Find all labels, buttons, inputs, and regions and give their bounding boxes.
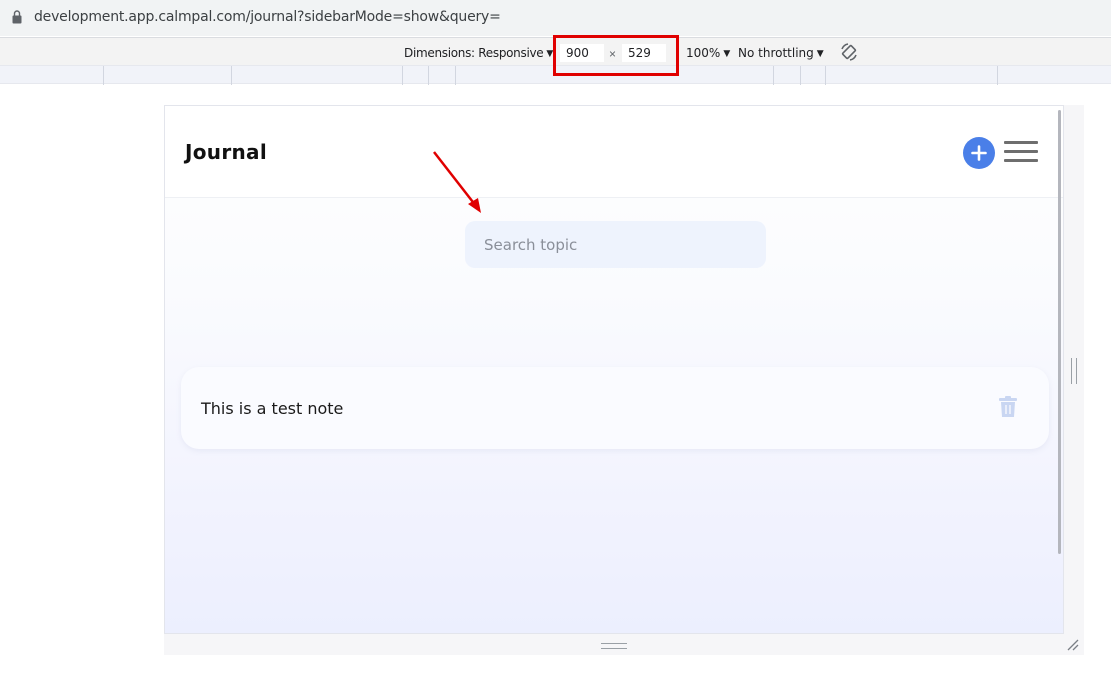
throttling-dropdown[interactable]: No throttling ▼ (738, 46, 824, 60)
vertical-scrollbar[interactable] (1058, 110, 1061, 554)
dropdown-caret-icon: ▼ (816, 49, 824, 59)
ruler-tick (455, 66, 456, 85)
menu-line (1004, 150, 1038, 153)
dimensions-label: Dimensions: Responsive (404, 46, 544, 60)
ruler-tick (231, 66, 232, 85)
trash-icon[interactable] (999, 396, 1017, 418)
menu-line (1004, 159, 1038, 162)
bottom-resize-handle[interactable] (601, 643, 627, 649)
note-title: This is a test note (201, 399, 344, 418)
highlight-annotation (553, 35, 679, 76)
ruler-tick (402, 66, 403, 85)
page-title: Journal (185, 140, 267, 164)
corner-resize-handle-icon[interactable] (1066, 638, 1080, 652)
app-header: Journal (165, 106, 1063, 198)
ruler-tick (428, 66, 429, 85)
ruler-tick (825, 66, 826, 85)
menu-line (1004, 141, 1038, 144)
ruler-tick (773, 66, 774, 85)
throttling-label: No throttling (738, 46, 814, 60)
hamburger-menu-icon[interactable] (1004, 141, 1038, 163)
rotate-icon[interactable] (839, 42, 859, 62)
note-card[interactable]: This is a test note (181, 367, 1049, 449)
dropdown-caret-icon: ▼ (723, 49, 731, 59)
zoom-label: 100% (686, 46, 721, 60)
zoom-dropdown[interactable]: 100% ▼ (686, 46, 730, 60)
url-text[interactable]: development.app.calmpal.com/journal?side… (34, 9, 501, 25)
dropdown-caret-icon: ▼ (546, 49, 553, 59)
search-input[interactable] (465, 221, 766, 268)
ruler-tick (103, 66, 104, 85)
lock-icon (12, 10, 22, 24)
ruler-tick (800, 66, 801, 85)
ruler-tick (997, 66, 998, 85)
dimensions-dropdown[interactable]: Dimensions: Responsive ▼ (404, 46, 553, 60)
right-resize-handle[interactable] (1071, 358, 1077, 384)
address-bar[interactable]: development.app.calmpal.com/journal?side… (0, 0, 1111, 36)
emulated-viewport: Journal This is a test note (164, 105, 1064, 634)
add-note-button[interactable] (963, 137, 995, 169)
plus-icon (971, 145, 987, 161)
